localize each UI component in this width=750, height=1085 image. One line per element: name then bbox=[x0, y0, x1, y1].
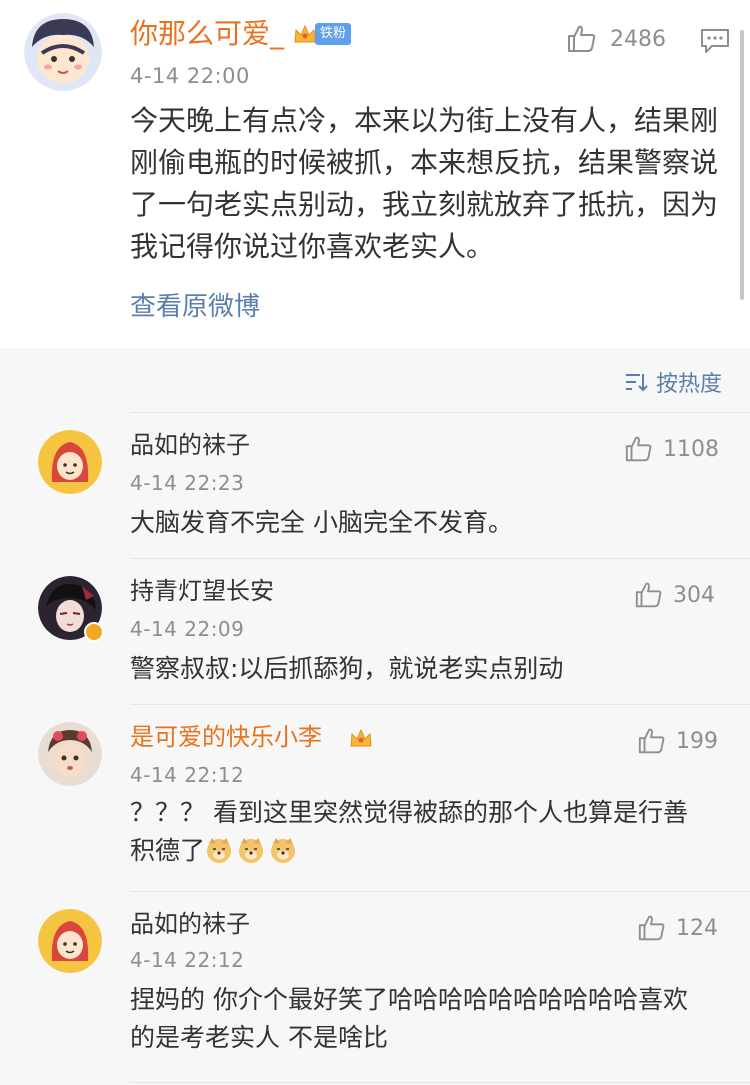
commenter-avatar[interactable] bbox=[38, 722, 102, 786]
post-content: 今天晚上有点冷，本来以为街上没有人，结果刚刚偷电瓶的时候被抓，本来想反抗，结果警… bbox=[130, 104, 719, 263]
sort-icon bbox=[625, 374, 648, 392]
cartoon-avatar-icon bbox=[24, 13, 102, 91]
thumbs-up-icon bbox=[568, 25, 596, 52]
fan-badge: 铁粉 bbox=[315, 23, 352, 45]
thumbs-up-icon bbox=[638, 728, 665, 754]
comment-time: 4-14 22:23 bbox=[130, 471, 245, 495]
comment-like-button[interactable]: 1108 bbox=[624, 434, 719, 464]
thumbs-up-icon bbox=[638, 915, 665, 941]
comment-time: 4-14 22:09 bbox=[130, 617, 245, 641]
comment-item: 品如的袜子 4-14 22:23 1108 大脑发育不完全 小脑完全不发育。 bbox=[0, 413, 750, 558]
commenter-avatar[interactable] bbox=[38, 909, 102, 973]
doge-emoji-icon bbox=[239, 838, 264, 863]
scrollbar[interactable] bbox=[740, 30, 744, 300]
comment-item: 品如的袜子 4-14 22:12 124 捏妈的 你介个最好笑了哈哈哈哈哈哈哈哈… bbox=[0, 892, 750, 1082]
comment-item: 持青灯望长安 4-14 22:09 304 警察叔叔:以后抓舔狗，就说老实点别动 bbox=[0, 559, 750, 704]
sort-by-hot-button[interactable]: 按热度 bbox=[624, 366, 722, 398]
red-hood-avatar-icon bbox=[38, 430, 102, 494]
verified-badge-icon bbox=[84, 622, 104, 642]
comment-like-button[interactable]: 304 bbox=[634, 580, 715, 610]
red-hood-avatar-icon bbox=[38, 909, 102, 973]
comment-icon[interactable] bbox=[700, 27, 730, 55]
comment-like-button[interactable]: 124 bbox=[637, 913, 718, 943]
sort-label: 按热度 bbox=[655, 372, 722, 397]
commenter-name[interactable]: 是可爱的快乐小李 bbox=[130, 721, 322, 753]
author-badges: 铁粉 bbox=[292, 21, 352, 47]
divider bbox=[130, 1082, 750, 1083]
commenter-avatar[interactable] bbox=[38, 430, 102, 494]
child-photo-avatar-icon bbox=[38, 722, 102, 786]
crown-icon bbox=[350, 728, 372, 747]
post-like-button[interactable]: 2486 bbox=[566, 23, 666, 55]
comment-item: 是可爱的快乐小李 4-14 22:12 199 ？？？ 看到这里突然觉得被舔的那… bbox=[0, 705, 750, 891]
comment-time: 4-14 22:12 bbox=[130, 948, 245, 972]
comment-text: 捏妈的 你介个最好笑了哈哈哈哈哈哈哈哈哈哈喜欢的是考老实人 不是啥比 bbox=[130, 985, 688, 1052]
main-post: 你那么可爱_ 铁粉 4-14 22:00 2486 今天晚上有点冷，本来以为街上… bbox=[0, 0, 750, 348]
author-name[interactable]: 你那么可爱_ bbox=[130, 16, 284, 52]
commenter-name[interactable]: 品如的袜子 bbox=[130, 429, 250, 461]
thumbs-up-icon bbox=[635, 582, 662, 608]
comment-text: 大脑发育不完全 小脑完全不发育。 bbox=[130, 508, 513, 537]
commenter-name[interactable]: 持青灯望长安 bbox=[130, 575, 274, 607]
comment-time: 4-14 22:12 bbox=[130, 763, 245, 787]
comment-like-count: 1108 bbox=[663, 436, 719, 462]
comment-like-count: 124 bbox=[676, 915, 718, 941]
comment-like-button[interactable]: 199 bbox=[637, 726, 718, 756]
doge-emoji-icon bbox=[271, 838, 296, 863]
thumbs-up-icon bbox=[625, 436, 652, 462]
comment-like-count: 304 bbox=[673, 582, 715, 608]
post-time: 4-14 22:00 bbox=[130, 64, 250, 88]
author-avatar[interactable] bbox=[24, 13, 102, 91]
comment-like-count: 199 bbox=[676, 728, 718, 754]
comment-text: 警察叔叔:以后抓舔狗，就说老实点别动 bbox=[130, 654, 564, 683]
doge-emoji-icon bbox=[207, 838, 232, 863]
commenter-name[interactable]: 品如的袜子 bbox=[130, 908, 250, 940]
post-like-count: 2486 bbox=[610, 26, 666, 52]
comment-text-block: ？？？ 看到这里突然觉得被舔的那个人也算是行善积德了 bbox=[130, 794, 710, 870]
view-original-link[interactable]: 查看原微博 bbox=[130, 290, 260, 324]
